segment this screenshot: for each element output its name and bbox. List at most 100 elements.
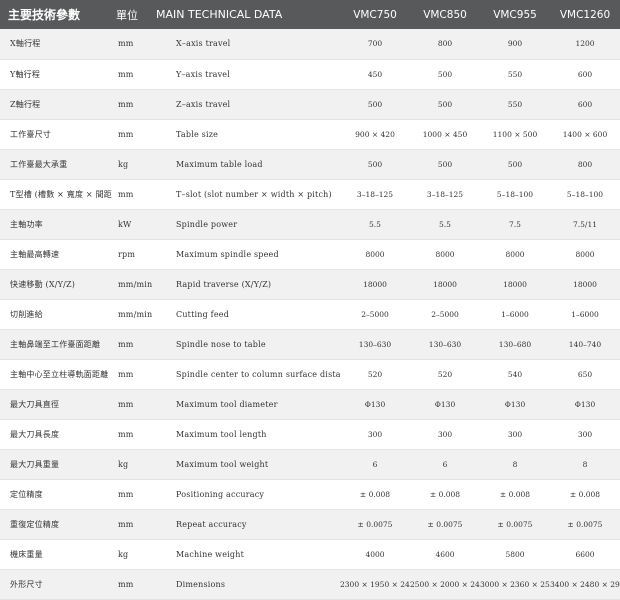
header-model-vmc750: VMC750 [353, 8, 397, 21]
row-value-vmc1260: 1200 [550, 29, 620, 60]
row-unit: kg [112, 449, 152, 480]
row-label-en: Cutting feed [152, 299, 340, 330]
row-unit: mm [112, 59, 152, 90]
row-value-vmc850: 6 [410, 449, 480, 480]
row-value-vmc750: 520 [340, 359, 410, 390]
row-unit: mm [112, 419, 152, 450]
row-label-zh: 主軸功率 [0, 209, 112, 240]
row-value-vmc850: 800 [410, 29, 480, 60]
row-value-vmc1260: 8 [550, 449, 620, 480]
row-unit: mm [112, 389, 152, 420]
table-row: 主軸中心至立柱導軌面距離 mm Spindle center to column s… [0, 359, 620, 390]
row-label-en: Maximum tool diameter [152, 389, 340, 420]
row-label-en: Table size [152, 119, 340, 150]
spec-table: 主要技術參數 單位 MAIN TECHNICAL DATA VMC750 VMC… [0, 0, 620, 600]
row-label-zh: 工作臺最大承重 [0, 149, 112, 180]
row-value-vmc850: Φ130 [410, 389, 480, 420]
header-en: MAIN TECHNICAL DATA [156, 8, 283, 21]
row-value-vmc850: 500 [410, 149, 480, 180]
row-value-vmc955: 18000 [480, 269, 550, 300]
row-value-vmc750: 130–630 [340, 329, 410, 360]
table-row: 外形尺寸mmDimensions2300 × 1950 × 24502500 ×… [0, 569, 620, 600]
row-value-vmc1260: ± 0.0075 [550, 509, 620, 540]
table-row: 最大刀具長度 mm Maximum tool length 300 300 300 300 [0, 419, 620, 450]
row-value-vmc850: 1000 × 450 [410, 119, 480, 150]
row-label-en: Maximum table load [152, 149, 340, 180]
row-unit: mm [112, 329, 152, 360]
table-row: X軸行程 mm X–axis travel 700 800 900 1200 [0, 29, 620, 60]
row-value-vmc1260: 1400 × 600 [550, 119, 620, 150]
row-label-en: Positioning accuracy [152, 479, 340, 510]
row-label-zh: 快速移動 (X/Y/Z) [0, 269, 112, 300]
row-label-en: T–slot (slot number × width × pitch) [152, 179, 340, 210]
row-value-vmc750: 900 × 420 [340, 119, 410, 150]
row-unit: mm [112, 29, 152, 60]
row-label-en: Maximum spindle speed [152, 239, 340, 270]
row-value-vmc1260: 650 [550, 359, 620, 390]
row-value-vmc850: 300 [410, 419, 480, 450]
row-unit: rpm [112, 239, 152, 270]
row-value-vmc850: 5.5 [410, 209, 480, 240]
row-value-vmc1260: 600 [550, 59, 620, 90]
header-row: 主要技術參數 單位 MAIN TECHNICAL DATA VMC750 VMC… [0, 0, 620, 29]
table-row: 主軸鼻端至工作臺面距離 mm Spindle nose to table 130–63… [0, 329, 620, 360]
row-label-en: Repeat accuracy [152, 509, 340, 540]
row-value-vmc955: 300 [480, 419, 550, 450]
row-label-zh: 最大刀具長度 [0, 419, 112, 450]
row-value-vmc955: 1–6000 [480, 299, 550, 330]
row-value-vmc1260: 18000 [550, 269, 620, 300]
row-value-vmc1260: 140–740 [550, 329, 620, 360]
row-value-vmc955: 7.5 [480, 209, 550, 240]
row-label-en: Rapid traverse (X/Y/Z) [152, 269, 340, 300]
row-value-vmc955: 550 [480, 59, 550, 90]
row-value-vmc750: 300 [340, 419, 410, 450]
row-label-en: Maximum tool weight [152, 449, 340, 480]
row-value-vmc1260: 7.5/11 [550, 209, 620, 240]
table-row: Y軸行程 mm Y–axis travel 450 500 550 600 [0, 59, 620, 90]
spec-table-body: X軸行程 mm X–axis travel 700 800 900 1200 Y軸行程 mm Y–… [0, 29, 620, 600]
row-label-zh: 切削進給 [0, 299, 112, 330]
row-label-zh: 工作臺尺寸 [0, 119, 112, 150]
row-unit: mm/min [112, 269, 152, 300]
row-value-vmc750: 8000 [340, 239, 410, 270]
row-value-vmc955: 5800 [480, 539, 550, 570]
row-value-vmc850: 130–630 [410, 329, 480, 360]
row-value-vmc955: 1100 × 500 [480, 119, 550, 150]
row-unit: mm [112, 179, 152, 210]
table-row: 重復定位精度 mm Repeat accuracy ± 0.0075 ± 0.0075 ±… [0, 509, 620, 540]
row-value-vmc750: 2300 × 1950 × 2450 [340, 569, 410, 600]
row-unit: mm [112, 359, 152, 390]
row-value-vmc850: 18000 [410, 269, 480, 300]
row-value-vmc750: 5.5 [340, 209, 410, 240]
table-row: 快速移動 (X/Y/Z) mm/min Rapid traverse (X/Y/Z)… [0, 269, 620, 300]
row-value-vmc750: 18000 [340, 269, 410, 300]
row-label-zh: 外形尺寸 [0, 569, 112, 600]
row-label-zh: 重復定位精度 [0, 509, 112, 540]
row-label-en: Spindle nose to table [152, 329, 340, 360]
row-label-zh: 定位精度 [0, 479, 112, 510]
table-row: 切削進給 mm/min Cutting feed 2–5000 2–5000 1–6000… [0, 299, 620, 330]
row-value-vmc955: 130–680 [480, 329, 550, 360]
row-value-vmc750: 3–18–125 [340, 179, 410, 210]
row-value-vmc955: 500 [480, 149, 550, 180]
row-label-zh: 主軸鼻端至工作臺面距離 [0, 329, 112, 360]
row-label-en: Z–axis travel [152, 89, 340, 120]
row-value-vmc955: 550 [480, 89, 550, 120]
table-row: 主軸最高轉速 rpm Maximum spindle speed 8000 8000 80… [0, 239, 620, 270]
table-row: 工作臺最大承重 kg Maximum table load 500 500 500 800 [0, 149, 620, 180]
row-value-vmc1260: 300 [550, 419, 620, 450]
row-label-en: Y–axis travel [152, 59, 340, 90]
row-unit: mm [112, 479, 152, 510]
row-value-vmc1260: 600 [550, 89, 620, 120]
row-value-vmc850: 500 [410, 89, 480, 120]
row-value-vmc850: 520 [410, 359, 480, 390]
row-value-vmc850: 3–18–125 [410, 179, 480, 210]
row-label-en: X–axis travel [152, 29, 340, 60]
row-value-vmc850: 500 [410, 59, 480, 90]
row-value-vmc750: ± 0.0075 [340, 509, 410, 540]
header-zh: 主要技術參數 [8, 8, 81, 22]
row-unit: mm [112, 569, 152, 600]
row-label-zh: X軸行程 [0, 29, 112, 60]
row-value-vmc1260: 5–18–100 [550, 179, 620, 210]
row-value-vmc750: Φ130 [340, 389, 410, 420]
